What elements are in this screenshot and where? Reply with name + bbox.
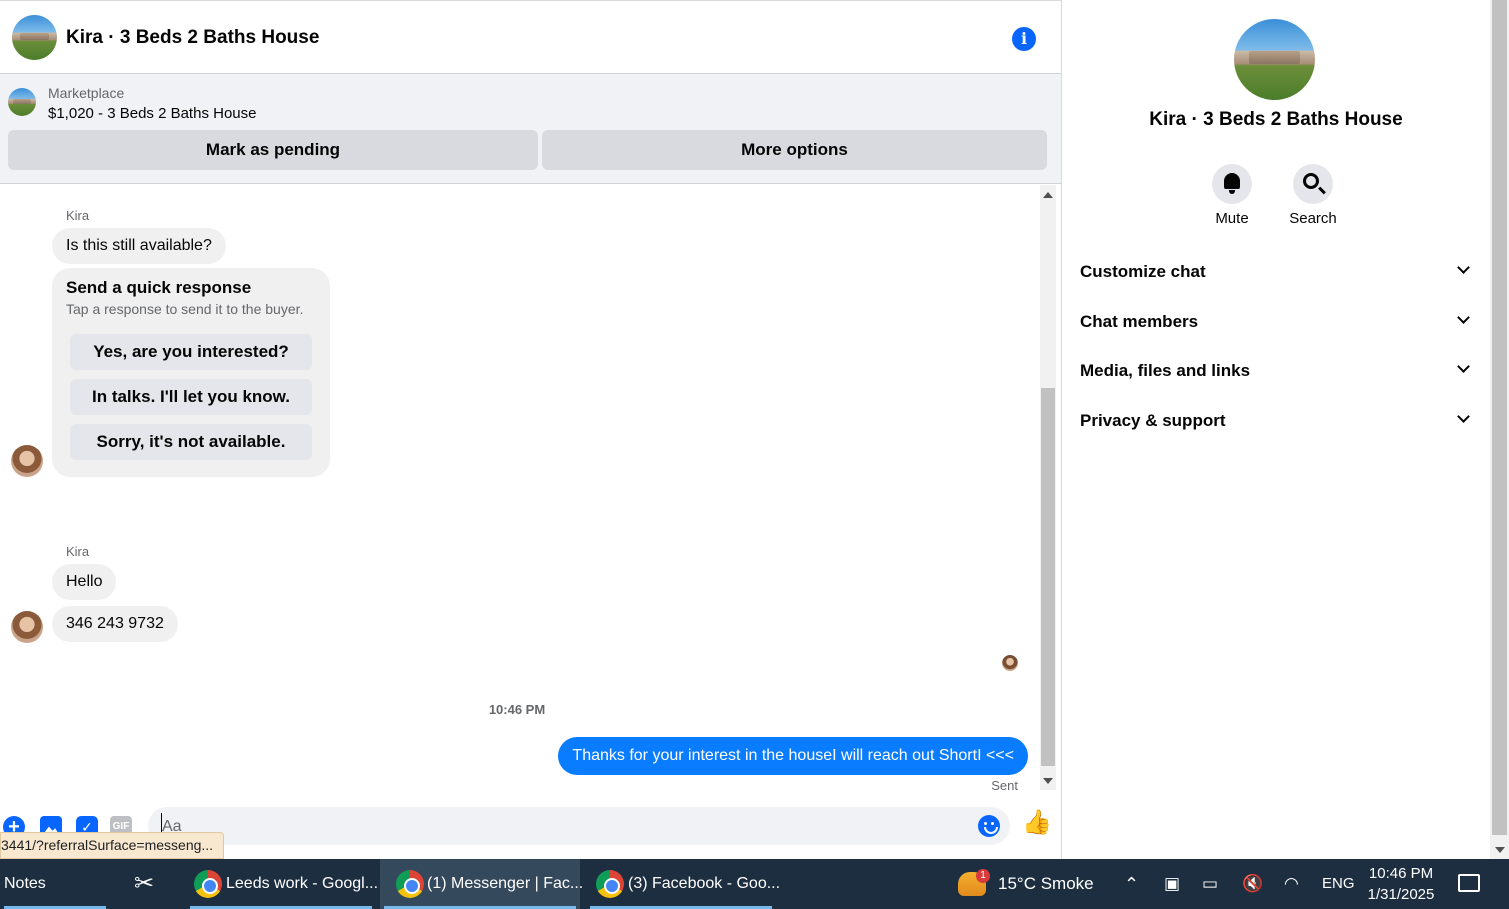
- conversation-header: Kira · 3 Beds 2 Baths House i: [0, 1, 1061, 74]
- language-indicator[interactable]: ENG: [1322, 859, 1355, 909]
- incoming-message[interactable]: 346 243 9732: [52, 606, 178, 642]
- clock-time: 10:46 PM: [1368, 865, 1434, 882]
- scroll-down-arrow[interactable]: [1043, 778, 1053, 784]
- taskbar-item-label: (3) Facebook - Goo...: [628, 875, 781, 892]
- outgoing-message[interactable]: Thanks for your interest in the houseI w…: [558, 737, 1028, 775]
- scroll-up-arrow[interactable]: [1043, 192, 1053, 198]
- weather-badge: 1: [976, 869, 990, 883]
- browser-scroll-thumb[interactable]: [1492, 0, 1507, 835]
- seen-receipt-avatar: [1002, 655, 1018, 671]
- listing-avatar[interactable]: [12, 15, 57, 60]
- taskbar-item-notes[interactable]: Notes: [0, 859, 110, 909]
- clock-date: 1/31/2025: [1367, 886, 1435, 903]
- incoming-message[interactable]: Is this still available?: [52, 228, 226, 264]
- chevron-down-icon: [1457, 261, 1470, 274]
- weather-text[interactable]: 15°C Smoke: [998, 859, 1094, 909]
- quick-response-option[interactable]: In talks. I'll let you know.: [70, 379, 312, 415]
- message-thread: Kira Is this still available? Send a qui…: [0, 185, 1040, 793]
- thread-scrollbar[interactable]: [1040, 185, 1056, 790]
- marketplace-label: Marketplace: [48, 85, 125, 101]
- chevron-up-icon[interactable]: ⌃: [1124, 859, 1139, 909]
- section-media-files-links[interactable]: Media, files and links: [1080, 357, 1472, 387]
- taskbar-item-label: Leeds work - Googl...: [226, 875, 379, 892]
- section-chat-members[interactable]: Chat members: [1080, 308, 1472, 338]
- section-title: Customize chat: [1080, 262, 1206, 281]
- section-privacy-support[interactable]: Privacy & support: [1080, 407, 1472, 437]
- info-icon[interactable]: i: [1012, 27, 1036, 51]
- message-status: Sent: [991, 778, 1018, 793]
- panel-listing-avatar[interactable]: [1234, 19, 1315, 100]
- quick-response-title: Send a quick response: [66, 278, 252, 297]
- browser-scroll-down-arrow[interactable]: [1495, 847, 1505, 853]
- conversation-info-panel: Kira · 3 Beds 2 Baths House Mute Search …: [1062, 0, 1490, 859]
- chevron-down-icon: [1457, 311, 1470, 324]
- chevron-down-icon: [1457, 410, 1470, 423]
- marketplace-bar: Marketplace $1,020 - 3 Beds 2 Baths Hous…: [0, 74, 1061, 184]
- sender-avatar[interactable]: [11, 611, 43, 643]
- mute-button[interactable]: Mute: [1202, 164, 1262, 227]
- search-button[interactable]: Search: [1283, 164, 1343, 227]
- taskbar-item-snipping[interactable]: ✂: [118, 859, 178, 909]
- more-options-button[interactable]: More options: [542, 130, 1047, 170]
- taskbar-item-label: Notes: [4, 875, 46, 892]
- conversation-title[interactable]: Kira · 3 Beds 2 Baths House: [66, 27, 319, 49]
- sender-name: Kira: [66, 544, 90, 559]
- sender-avatar[interactable]: [11, 445, 43, 477]
- chrome-icon: [596, 870, 624, 898]
- chrome-icon: [396, 870, 424, 898]
- taskbar-item-label: (1) Messenger | Fac...: [427, 875, 584, 892]
- wifi-icon[interactable]: ◠: [1284, 859, 1299, 909]
- search-label: Search: [1289, 210, 1337, 227]
- section-title: Privacy & support: [1080, 411, 1226, 430]
- listing-title[interactable]: $1,020 - 3 Beds 2 Baths House: [48, 105, 256, 122]
- messenger-window: Kira · 3 Beds 2 Baths House i Marketplac…: [0, 0, 1509, 859]
- quick-response-option[interactable]: Yes, are you interested?: [70, 334, 312, 370]
- scroll-thumb[interactable]: [1041, 388, 1055, 766]
- link-status-bar: 3441/?referralSurface=messeng...: [0, 832, 225, 859]
- chevron-down-icon: [1457, 360, 1470, 373]
- battery-icon[interactable]: ▭: [1202, 859, 1218, 909]
- incoming-message[interactable]: Hello: [52, 564, 117, 600]
- section-customize-chat[interactable]: Customize chat: [1080, 258, 1472, 288]
- mark-as-pending-button[interactable]: Mark as pending: [8, 130, 538, 170]
- message-timestamp: 10:46 PM: [488, 702, 546, 717]
- mute-label: Mute: [1215, 210, 1249, 227]
- browser-scrollbar[interactable]: [1490, 0, 1509, 859]
- panel-title: Kira · 3 Beds 2 Baths House: [1149, 109, 1403, 130]
- system-clock[interactable]: 10:46 PM 1/31/2025: [1366, 863, 1436, 905]
- chrome-icon: [194, 870, 222, 898]
- listing-thumbnail[interactable]: [8, 88, 36, 116]
- quick-response-subtitle: Tap a response to send it to the buyer.: [66, 301, 304, 317]
- bell-icon[interactable]: [1212, 164, 1252, 204]
- notification-icon[interactable]: [1458, 874, 1480, 892]
- emoji-icon[interactable]: [978, 815, 1000, 837]
- taskbar-item-leeds-work[interactable]: Leeds work - Googl...: [186, 859, 379, 909]
- speaker-muted-icon[interactable]: 🔇: [1242, 859, 1263, 909]
- meet-icon[interactable]: ▣: [1164, 859, 1180, 909]
- quick-response-option[interactable]: Sorry, it's not available.: [70, 424, 312, 460]
- windows-taskbar: Notes ✂ Leeds work - Googl... (1) Messen…: [0, 859, 1509, 909]
- scissors-icon: ✂: [134, 870, 155, 897]
- thumbs-up-icon[interactable]: 👍: [1022, 810, 1052, 836]
- section-title: Chat members: [1080, 312, 1199, 331]
- quick-response-card: Send a quick response Tap a response to …: [52, 268, 330, 477]
- taskbar-item-messenger[interactable]: (1) Messenger | Fac...: [380, 859, 584, 909]
- sender-name: Kira: [66, 208, 90, 223]
- taskbar-item-facebook[interactable]: (3) Facebook - Goo...: [586, 859, 780, 909]
- section-title: Media, files and links: [1080, 361, 1251, 380]
- search-icon[interactable]: [1293, 164, 1333, 204]
- message-input[interactable]: Aa: [148, 807, 1010, 845]
